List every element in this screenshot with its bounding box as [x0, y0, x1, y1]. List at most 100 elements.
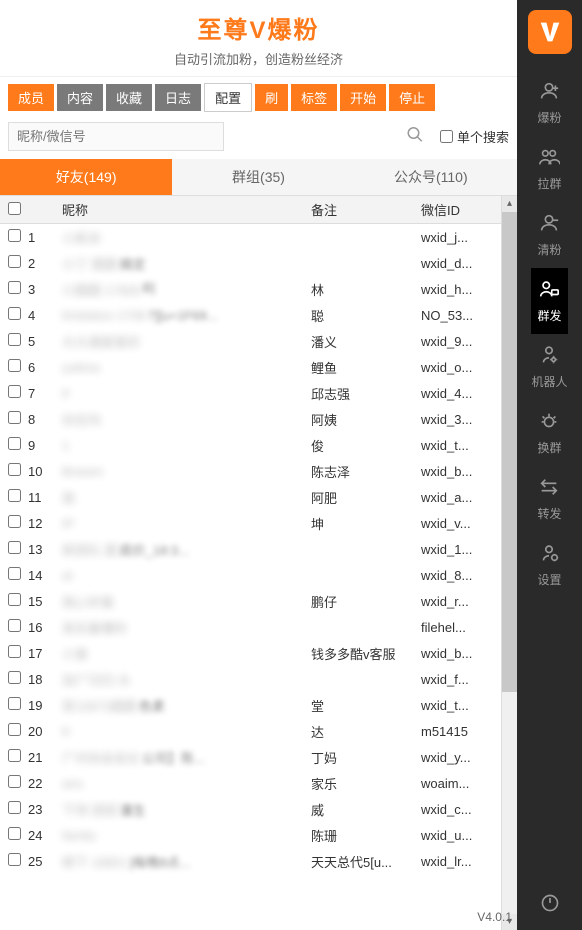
members-button[interactable]: 成员 — [8, 84, 54, 111]
table-row[interactable]: 6yukina鲤鱼wxid_o... — [0, 354, 501, 380]
table-row[interactable]: 11我阿肥wxid_a... — [0, 484, 501, 510]
tab-accounts[interactable]: 公众号(110) — [345, 159, 517, 195]
table-row[interactable]: 1小新米wxid_j... — [0, 224, 501, 250]
table-row[interactable]: 5大大遇爱爱的潘义wxid_9... — [0, 328, 501, 354]
row-number: 7 — [28, 386, 58, 401]
row-checkbox[interactable] — [8, 333, 21, 346]
vertical-scrollbar[interactable]: ▴ ▾ — [501, 196, 517, 930]
row-wxid: wxid_3... — [421, 412, 501, 427]
sidebar-item-jiqiren[interactable]: 机器人 — [531, 334, 567, 400]
sidebar-item-label: 清粉 — [537, 241, 561, 258]
row-checkbox[interactable] — [8, 411, 21, 424]
stop-button[interactable]: 停止 — [389, 84, 435, 111]
row-checkbox[interactable] — [8, 385, 21, 398]
row-nick: 小兽 — [58, 644, 311, 663]
table-row[interactable]: 21广州协会会长公司】陈...丁妈wxid_y... — [0, 744, 501, 770]
sidebar-item-laqun[interactable]: 拉群 — [531, 136, 567, 202]
table-row[interactable]: 22ans家乐woaim... — [0, 770, 501, 796]
table-row[interactable]: 25柳下 18801]每晚8点...天天总代5[u...wxid_lr... — [0, 848, 501, 874]
scroll-track[interactable] — [502, 692, 517, 914]
table-row[interactable]: 15我心听着鹏仔wxid_r... — [0, 588, 501, 614]
row-number: 22 — [28, 776, 58, 791]
row-checkbox[interactable] — [8, 229, 21, 242]
row-number: 12 — [28, 516, 58, 531]
table-row[interactable]: 23下场 团团 潘生威wxid_c... — [0, 796, 501, 822]
row-remark: 钱多多酷v客服 — [311, 644, 421, 663]
table-row[interactable]: 7if邱志强wxid_4... — [0, 380, 501, 406]
tab-groups[interactable]: 群组(35) — [172, 159, 344, 195]
row-number: 3 — [28, 282, 58, 297]
row-checkbox[interactable] — [8, 619, 21, 632]
single-search-text: 单个搜索 — [457, 127, 509, 146]
table-row[interactable]: 10Brasen陈志泽wxid_b... — [0, 458, 501, 484]
header-nick[interactable]: 昵称 — [58, 200, 311, 219]
row-checkbox[interactable] — [8, 567, 21, 580]
row-remark: 潘义 — [311, 332, 421, 351]
refresh-button[interactable]: 刷 — [255, 84, 288, 111]
single-search-checkbox[interactable] — [440, 130, 453, 143]
scroll-up-button[interactable]: ▴ — [502, 196, 517, 212]
row-checkbox[interactable] — [8, 645, 21, 658]
scroll-thumb[interactable] — [502, 212, 517, 692]
table-row[interactable]: 8你在吗阿姨wxid_3... — [0, 406, 501, 432]
sidebar-item-shezhi[interactable]: 设置 — [531, 532, 567, 598]
table-row[interactable]: 17小兽钱多多酷v客服wxid_b... — [0, 640, 501, 666]
row-checkbox[interactable] — [8, 593, 21, 606]
table-row[interactable]: 208达m51415 — [0, 718, 501, 744]
row-checkbox[interactable] — [8, 697, 21, 710]
row-checkbox[interactable] — [8, 359, 21, 372]
row-checkbox[interactable] — [8, 853, 21, 866]
content-button[interactable]: 内容 — [57, 84, 103, 111]
row-checkbox[interactable] — [8, 307, 21, 320]
row-checkbox[interactable] — [8, 801, 21, 814]
row-checkbox-cell — [0, 515, 28, 531]
search-icon[interactable] — [406, 125, 424, 148]
table-row[interactable]: 13新团队 圆底价_18:3...wxid_1... — [0, 536, 501, 562]
row-checkbox[interactable] — [8, 541, 21, 554]
row-checkbox-cell — [0, 827, 28, 843]
sidebar-item-qunfa[interactable]: 群发 — [531, 268, 567, 334]
table-row[interactable]: 16其实最懂你filehel... — [0, 614, 501, 640]
row-nick: Brasen — [58, 464, 311, 479]
row-checkbox[interactable] — [8, 437, 21, 450]
sidebar-item-huanqun[interactable]: 换群 — [531, 400, 567, 466]
table-row[interactable]: 3小圆圆 17606B]林wxid_h... — [0, 276, 501, 302]
tags-button[interactable]: 标签 — [291, 84, 337, 111]
row-checkbox[interactable] — [8, 827, 21, 840]
row-remark: 鲤鱼 — [311, 358, 421, 377]
table-row[interactable]: 18加广归归 水wxid_f... — [0, 666, 501, 692]
row-checkbox[interactable] — [8, 515, 21, 528]
table-row[interactable]: 2小丁 圆圆 搞定wxid_d... — [0, 250, 501, 276]
row-checkbox[interactable] — [8, 775, 21, 788]
row-checkbox[interactable] — [8, 723, 21, 736]
row-checkbox-cell — [0, 775, 28, 791]
row-checkbox[interactable] — [8, 255, 21, 268]
row-checkbox[interactable] — [8, 671, 21, 684]
table-row[interactable]: 14alwxid_8... — [0, 562, 501, 588]
table-row[interactable]: 4limitation 17087][u+1F69...聪NO_53... — [0, 302, 501, 328]
sidebar-item-zhuanfa[interactable]: 转发 — [531, 466, 567, 532]
row-checkbox[interactable] — [8, 489, 21, 502]
config-button[interactable]: 配置 — [204, 83, 252, 112]
select-all-checkbox[interactable] — [8, 202, 21, 215]
tab-friends[interactable]: 好友(149) — [0, 159, 172, 195]
header-remark[interactable]: 备注 — [311, 200, 421, 219]
table-row[interactable]: 24family陈珊wxid_u... — [0, 822, 501, 848]
row-checkbox[interactable] — [8, 749, 21, 762]
power-icon[interactable] — [540, 883, 560, 930]
table-row[interactable]: 91俊wxid_t... — [0, 432, 501, 458]
sidebar-item-baofen[interactable]: 爆粉 — [531, 70, 567, 136]
row-remark: 邱志强 — [311, 384, 421, 403]
row-number: 19 — [28, 698, 58, 713]
search-input[interactable] — [8, 122, 224, 151]
favorite-button[interactable]: 收藏 — [106, 84, 152, 111]
row-checkbox[interactable] — [8, 281, 21, 294]
header-wxid[interactable]: 微信ID — [421, 200, 501, 219]
single-search-label[interactable]: 单个搜索 — [440, 127, 509, 146]
start-button[interactable]: 开始 — [340, 84, 386, 111]
table-row[interactable]: 12IP坤wxid_v... — [0, 510, 501, 536]
sidebar-item-qingfen[interactable]: 清粉 — [531, 202, 567, 268]
row-checkbox[interactable] — [8, 463, 21, 476]
table-row[interactable]: 19家15873圆圆色素堂wxid_t... — [0, 692, 501, 718]
log-button[interactable]: 日志 — [155, 84, 201, 111]
